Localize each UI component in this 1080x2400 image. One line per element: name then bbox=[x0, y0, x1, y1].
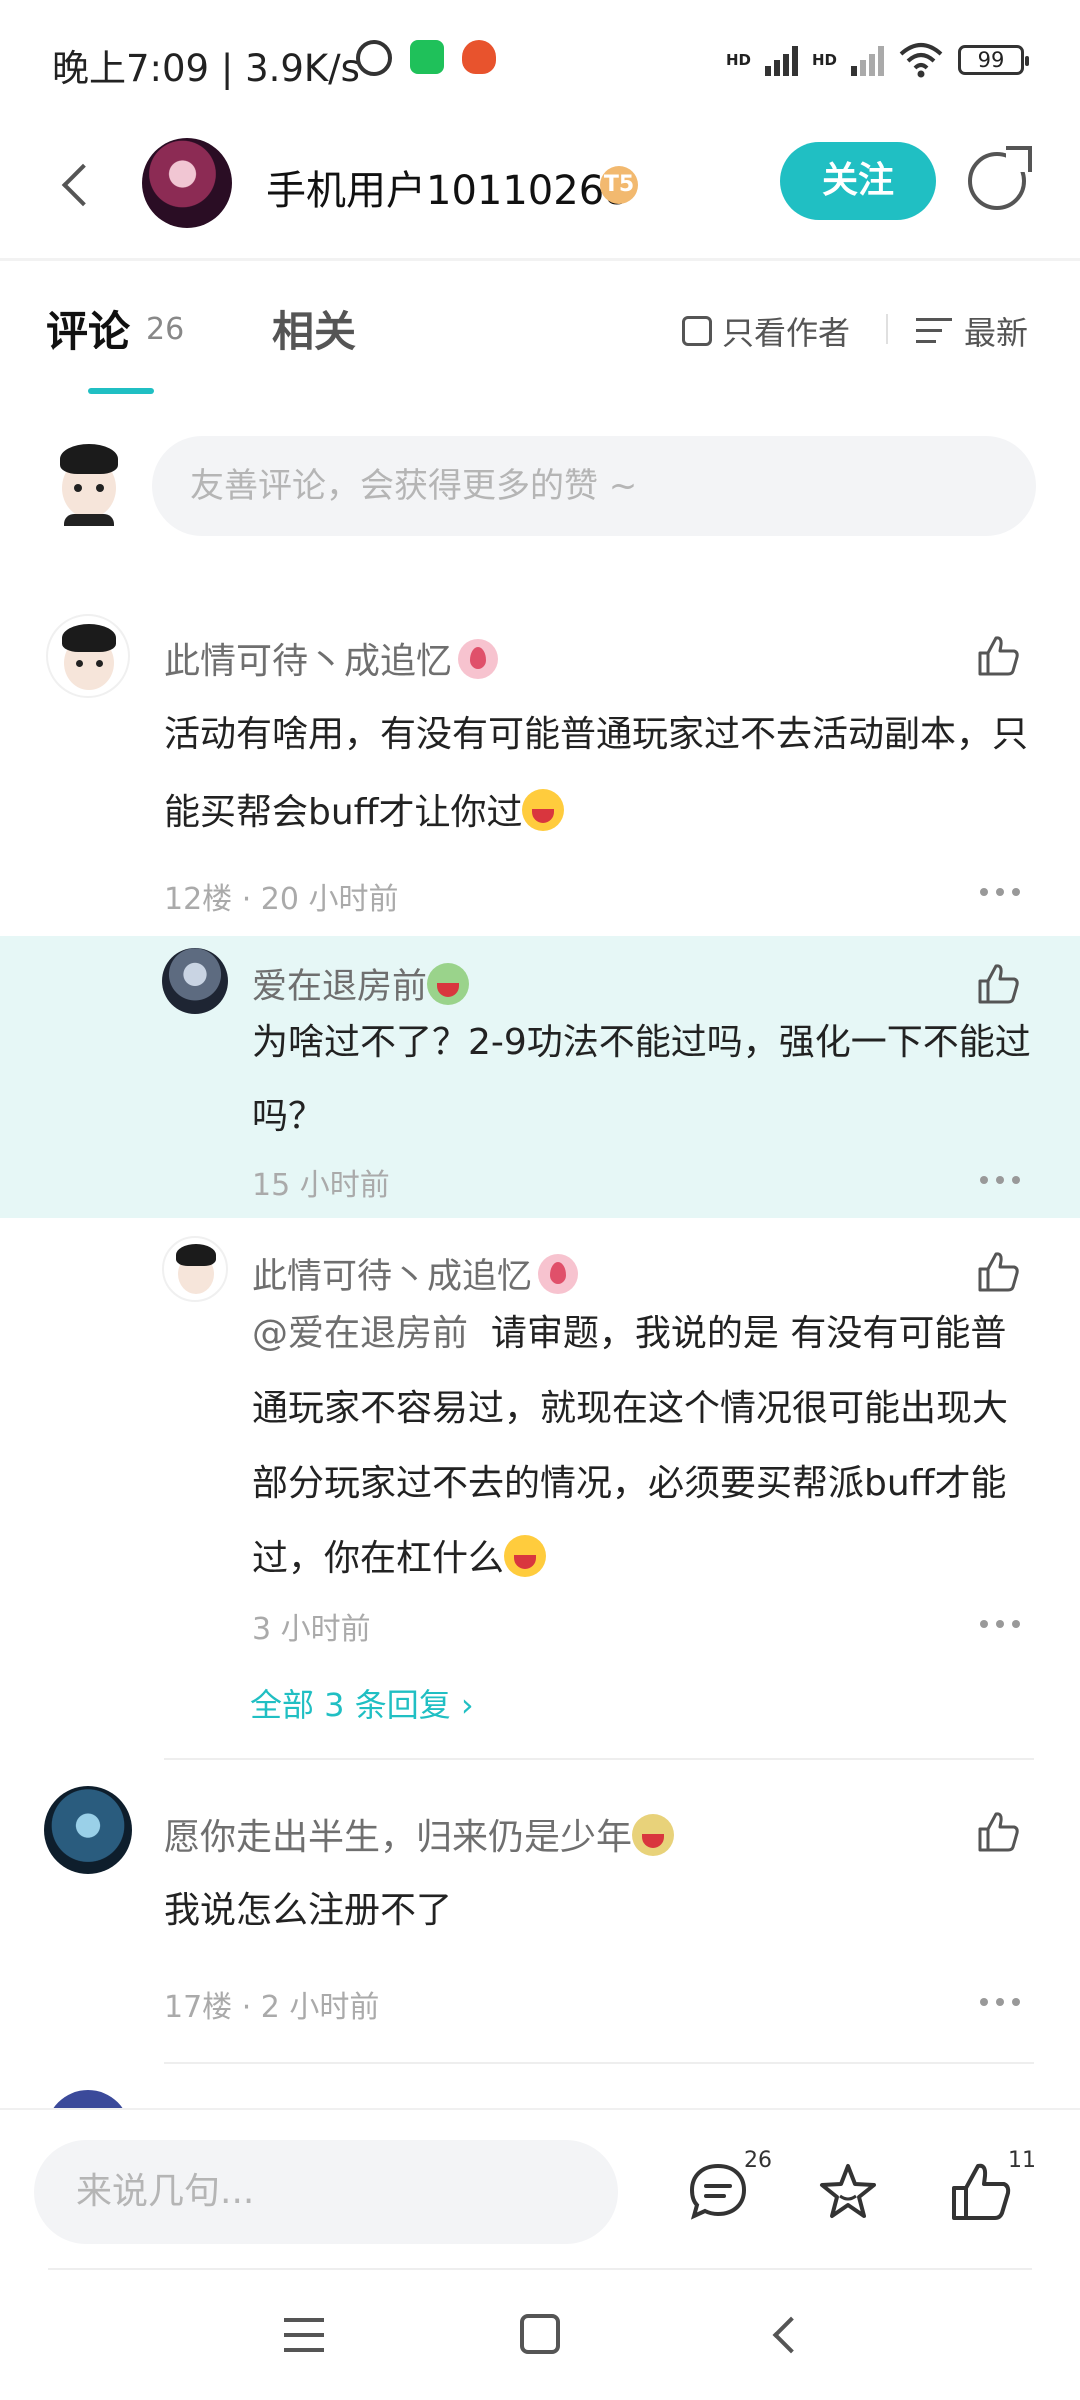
status-bar: 晚上7:09 | 3.9K/s HD HD 99 bbox=[0, 0, 1080, 120]
wifi-icon bbox=[899, 43, 943, 78]
battery-icon: 99 bbox=[958, 45, 1029, 75]
tab-comments[interactable]: 评论 bbox=[46, 298, 130, 359]
nav-divider bbox=[48, 2268, 1032, 2270]
signal-icon-1 bbox=[764, 44, 798, 76]
author-only-toggle[interactable]: 只看作者 bbox=[682, 308, 850, 354]
more-options-icon[interactable] bbox=[980, 888, 1020, 898]
comment-count: 26 bbox=[744, 2148, 772, 2173]
like-icon[interactable] bbox=[976, 634, 1020, 678]
wechat-icon bbox=[410, 40, 444, 74]
reply-meta: 3 小时前 bbox=[252, 1612, 371, 1647]
sort-separator bbox=[886, 314, 888, 344]
hd-label-2: HD bbox=[811, 51, 837, 69]
hd-label-1: HD bbox=[725, 51, 751, 69]
system-navigation-bar bbox=[0, 2268, 1080, 2400]
level-badge: T5 bbox=[600, 166, 638, 204]
reply-input[interactable]: 来说几句... bbox=[34, 2140, 618, 2244]
comment-meta: 12楼 · 20 小时前 bbox=[164, 882, 399, 917]
commenter-avatar[interactable] bbox=[46, 614, 130, 698]
share-icon[interactable] bbox=[968, 146, 1032, 210]
recent-apps-icon[interactable] bbox=[284, 2318, 324, 2352]
game-app-icon bbox=[462, 40, 496, 74]
reply-avatar[interactable] bbox=[162, 1236, 228, 1302]
like-icon[interactable] bbox=[976, 1250, 1020, 1294]
laughing-emoji bbox=[522, 789, 565, 831]
comment-input[interactable]: 友善评论，会获得更多的赞 ~ bbox=[152, 436, 1036, 536]
back-button[interactable] bbox=[50, 156, 100, 216]
more-options-icon[interactable] bbox=[980, 1176, 1020, 1186]
tab-related[interactable]: 相关 bbox=[272, 298, 356, 359]
mention-link[interactable]: @爱在退房前 bbox=[252, 1313, 468, 1354]
signal-icon-2 bbox=[851, 44, 884, 76]
more-options-icon[interactable] bbox=[980, 1620, 1020, 1630]
comment-meta: 17楼 · 2 小时前 bbox=[164, 1990, 380, 2025]
sort-label: 最新 bbox=[964, 314, 1029, 352]
comment-divider bbox=[164, 1758, 1034, 1760]
comment-text: 活动有啥用，有没有可能普通玩家过不去活动副本，只能买帮会buff才让你过 bbox=[164, 714, 1029, 833]
home-icon[interactable] bbox=[520, 2314, 560, 2354]
reply-name[interactable]: 此情可待丶成追忆 bbox=[252, 1248, 579, 1299]
comment-divider bbox=[164, 2062, 1034, 2064]
reply-meta: 15 小时前 bbox=[252, 1168, 390, 1203]
author-only-label: 只看作者 bbox=[722, 314, 851, 352]
status-time: 晚上7:09 | 3.9K/s bbox=[52, 47, 360, 90]
post-header: 手机用户10110268 T5 关注 bbox=[0, 120, 1080, 260]
my-avatar[interactable] bbox=[56, 444, 122, 526]
fan-badge-icon bbox=[458, 639, 499, 679]
reply-name[interactable]: 爱在退房前 bbox=[252, 958, 470, 1009]
notification-icons bbox=[356, 40, 496, 76]
sort-button[interactable]: 最新 bbox=[916, 308, 1028, 354]
reply-text: 为啥过不了？2-9功法不能过吗，强化一下不能过吗？ bbox=[252, 1022, 1031, 1137]
sticker-icon bbox=[632, 1814, 675, 1856]
tab-bar: 评论 26 相关 只看作者 最新 bbox=[0, 262, 1080, 394]
author-avatar[interactable] bbox=[142, 138, 232, 228]
commenter-name[interactable]: 此情可待丶成追忆 bbox=[164, 632, 499, 684]
comment-icon[interactable] bbox=[686, 2160, 750, 2224]
like-icon[interactable] bbox=[976, 962, 1020, 1006]
checkbox-icon[interactable] bbox=[682, 316, 712, 346]
header-divider bbox=[0, 258, 1080, 261]
back-nav-icon[interactable] bbox=[768, 2318, 800, 2350]
tab-comments-count: 26 bbox=[146, 312, 185, 347]
sort-icon bbox=[916, 316, 952, 346]
like-post-icon[interactable] bbox=[948, 2160, 1012, 2224]
reply-text: @爱在退房前 请审题，我说的是 有没有可能普通玩家不容易过，就现在这个情况很可能… bbox=[252, 1313, 1009, 1579]
like-count: 11 bbox=[1008, 2148, 1036, 2173]
follow-button[interactable]: 关注 bbox=[780, 142, 936, 220]
fan-badge-icon bbox=[538, 1254, 579, 1294]
reply-avatar[interactable] bbox=[162, 948, 228, 1014]
status-right: HD HD 99 bbox=[725, 42, 1029, 78]
author-name[interactable]: 手机用户10110268 bbox=[266, 158, 630, 216]
more-options-icon[interactable] bbox=[980, 1998, 1020, 2008]
commenter-name[interactable]: 愿你走出半生，归来仍是少年 bbox=[164, 1808, 675, 1860]
laughing-emoji bbox=[504, 1535, 547, 1577]
commenter-avatar[interactable] bbox=[44, 1786, 132, 1874]
favorite-icon[interactable] bbox=[816, 2160, 880, 2224]
view-all-replies-link[interactable]: 全部 3 条回复 › bbox=[250, 1680, 474, 1726]
like-icon[interactable] bbox=[976, 1810, 1020, 1854]
sticker-icon bbox=[427, 963, 470, 1005]
comment-text: 我说怎么注册不了 bbox=[164, 1890, 453, 1931]
alarm-icon bbox=[356, 40, 392, 76]
bottom-action-bar: 来说几句... 26 11 bbox=[0, 2108, 1080, 2268]
active-tab-indicator bbox=[88, 388, 154, 394]
